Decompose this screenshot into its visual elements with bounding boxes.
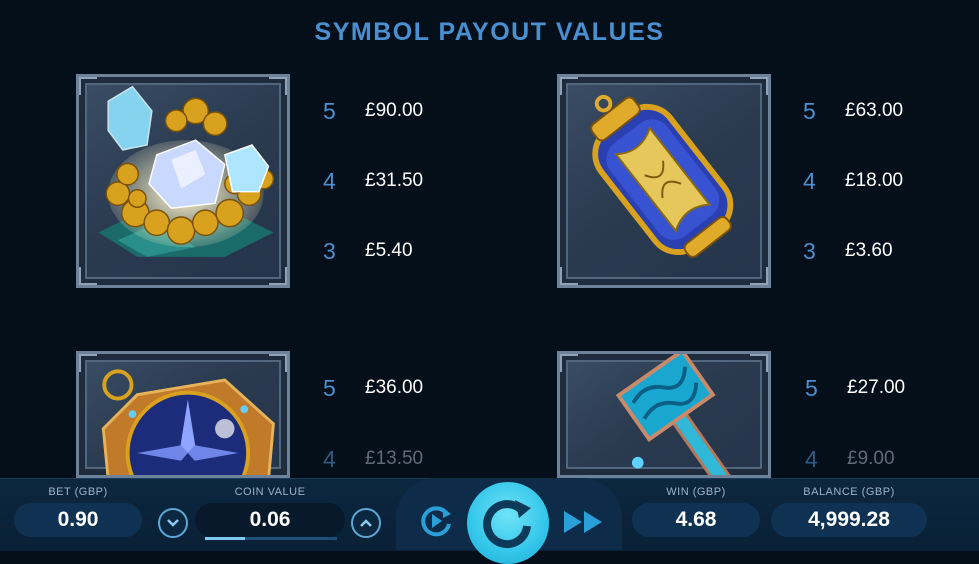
balance-display: 4,999.28 [771, 503, 927, 537]
spin-icon [483, 500, 531, 549]
coin-decrease-button[interactable] [158, 508, 188, 538]
win-label: WIN (GBP) [666, 486, 726, 498]
crystals-gold-symbol-icon [98, 85, 275, 257]
payout-value: £5.40 [365, 240, 413, 261]
payout-count: 3 [803, 238, 816, 264]
bet-display[interactable]: 0.90 [14, 503, 142, 537]
payout-count: 5 [323, 98, 336, 124]
autoplay-icon [421, 506, 451, 537]
payout-value: £90.00 [365, 100, 424, 121]
coin-level-fill [205, 537, 245, 540]
payout-count: 5 [803, 98, 816, 124]
autoplay-button[interactable] [415, 500, 457, 542]
scroll-capsule-symbol-icon [590, 94, 734, 258]
chevron-up-icon [360, 519, 372, 527]
symbol-frame-compass [76, 351, 290, 478]
payout-count: 5 [323, 375, 336, 401]
balance-label: BALANCE (GBP) [803, 486, 895, 498]
win-display: 4.68 [632, 503, 760, 537]
spin-button[interactable] [467, 482, 549, 564]
chevron-down-icon [167, 519, 179, 527]
payout-value: £27.00 [847, 377, 906, 398]
payout-value: £18.00 [845, 170, 904, 191]
payout-value: £31.50 [365, 170, 424, 191]
fast-forward-icon [564, 511, 602, 533]
payout-count: 4 [323, 168, 336, 194]
symbol-frame-hammer [557, 351, 771, 478]
coin-value-label: COIN VALUE [234, 486, 306, 498]
payout-count: 4 [323, 446, 336, 472]
payout-value: £3.60 [845, 240, 893, 261]
payout-value: £9.00 [847, 448, 895, 469]
payout-value: £36.00 [365, 377, 424, 398]
payout-count: 4 [805, 446, 818, 472]
coin-increase-button[interactable] [351, 508, 381, 538]
payout-value: £13.50 [365, 448, 424, 469]
coin-level-track [205, 537, 337, 540]
hammer-symbol-icon [615, 354, 733, 475]
symbol-frame-scroll [557, 74, 771, 288]
coin-value-display[interactable]: 0.06 [195, 503, 345, 537]
symbol-frame-crystals [76, 74, 290, 288]
turbo-button[interactable] [562, 505, 606, 539]
payout-count: 5 [805, 375, 818, 401]
payout-count: 4 [803, 168, 816, 194]
payout-value: £63.00 [845, 100, 904, 121]
paytable-title: SYMBOL PAYOUT VALUES [314, 18, 665, 46]
bet-label: BET (GBP) [48, 486, 108, 498]
compass-symbol-icon [101, 369, 275, 475]
payout-count: 3 [323, 238, 336, 264]
